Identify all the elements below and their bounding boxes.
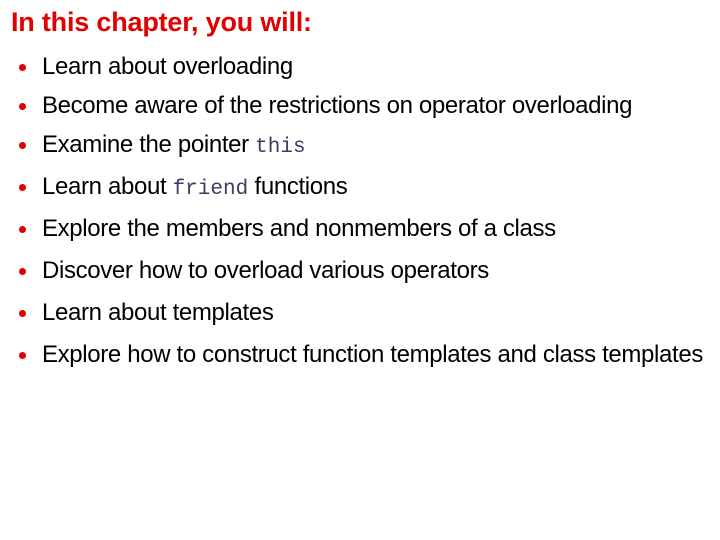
list-item-label: Learn about templates: [42, 299, 274, 326]
list-item: Explore how to construct function templa…: [0, 338, 720, 372]
bullet-dot-icon: [19, 64, 26, 71]
list-item: Become aware of the restrictions on oper…: [0, 89, 720, 123]
bullet-dot-icon: [19, 310, 26, 317]
list-item-label: Become aware of the restrictions on oper…: [42, 92, 632, 119]
slide-canvas: In this chapter, you will: Learn about o…: [0, 0, 720, 540]
list-item-label: Examine the pointer this: [42, 131, 306, 159]
list-item-text: Discover how to overload various operato…: [42, 257, 489, 284]
list-item-text: Learn about: [42, 173, 173, 200]
list-item-label: Explore how to construct function templa…: [42, 341, 703, 368]
bullet-dot-icon: [19, 142, 26, 149]
bullet-dot-icon: [19, 226, 26, 233]
list-item-text: Learn about templates: [42, 299, 274, 326]
list-item: Explore the members and nonmembers of a …: [0, 212, 720, 246]
list-item: Learn about templates: [0, 296, 720, 330]
list-item-text: Learn about overloading: [42, 53, 293, 80]
list-item-text: Become aware of the restrictions on oper…: [42, 92, 633, 119]
list-item-text: Explore how to construct function templa…: [42, 341, 703, 368]
list-item-label: Discover how to overload various operato…: [42, 257, 489, 284]
list-item-label: Explore the members and nonmembers of a …: [42, 215, 556, 242]
inline-code-term: this: [255, 136, 306, 159]
bullet-dot-icon: [19, 352, 26, 359]
list-item-label: Learn about friend functions: [42, 173, 348, 201]
bullet-dot-icon: [19, 103, 26, 110]
chapter-objectives-list: Learn about overloading Become aware of t…: [0, 50, 720, 380]
list-item-text: Explore the members and nonmembers of a …: [42, 215, 556, 242]
inline-code-term: friend: [172, 178, 249, 201]
list-item-text: functions: [248, 173, 348, 200]
list-item: Examine the pointer this: [0, 128, 720, 165]
list-item: Learn about overloading: [0, 50, 720, 84]
bullet-dot-icon: [19, 184, 26, 191]
page-title: In this chapter, you will:: [11, 7, 312, 37]
list-item-text: Examine the pointer: [42, 131, 256, 158]
list-item-label: Learn about overloading: [42, 53, 293, 80]
bullet-dot-icon: [19, 268, 26, 275]
list-item: Learn about friend functions: [0, 170, 720, 207]
list-item: Discover how to overload various operato…: [0, 254, 720, 288]
